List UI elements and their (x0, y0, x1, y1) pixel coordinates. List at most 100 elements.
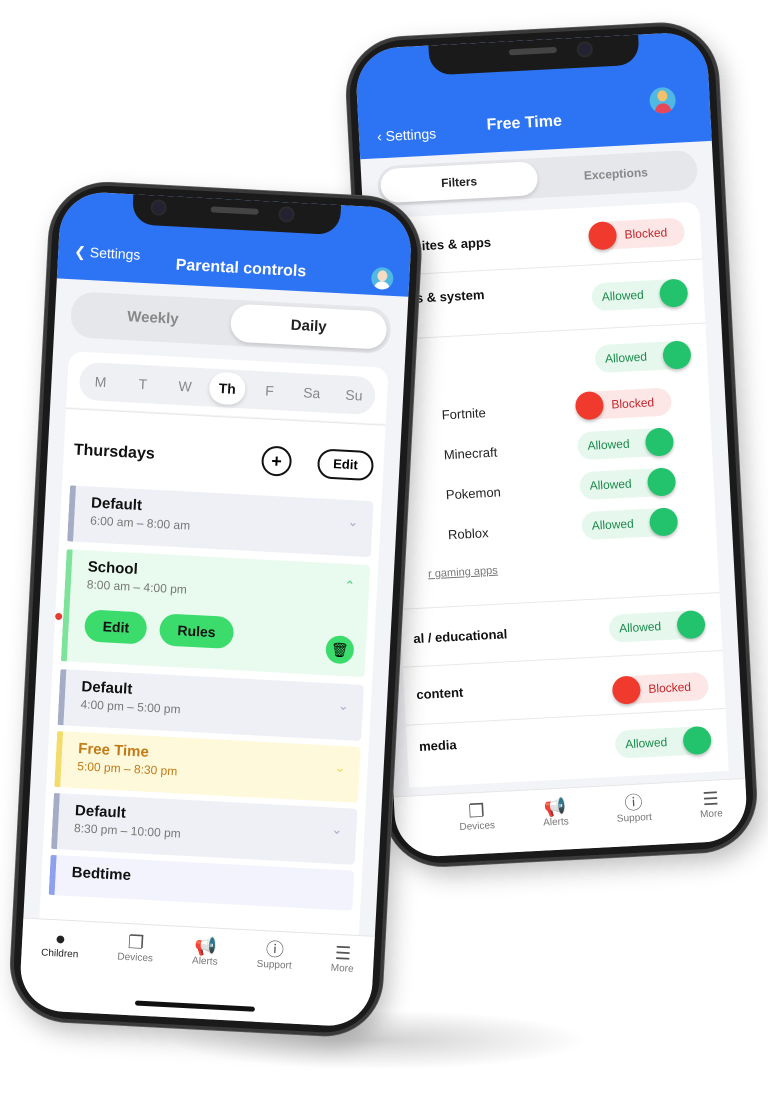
app-label-fortnite: Fortnite (441, 405, 487, 423)
tab-more[interactable]: ☰ More (328, 935, 356, 1027)
app-label-roblox: Roblox (447, 525, 489, 543)
tab-label: Alerts (542, 816, 570, 829)
tab-label: Devices (117, 951, 154, 965)
toggle-state: Blocked (648, 679, 692, 696)
tab-filters[interactable]: Filters (379, 161, 539, 204)
filter-toggle[interactable]: Allowed (614, 725, 712, 759)
toggle-state: Allowed (624, 735, 668, 752)
other-gaming-apps-link[interactable]: r gaming apps (428, 565, 498, 581)
day-selector: M T W Th F Sa Su (78, 361, 377, 416)
filter-toggle[interactable]: Blocked (611, 671, 710, 705)
camera (152, 201, 166, 214)
avatar-body (654, 102, 672, 114)
back-button[interactable]: ‹ Settings (377, 125, 437, 144)
devices-icon: ❐ (467, 800, 486, 822)
tab-bar: ❐ Devices 📢 Alerts ⓘ Support ☰ More (393, 778, 749, 859)
add-block-button[interactable]: + (260, 445, 293, 477)
devices-icon: ❐ (127, 932, 145, 953)
app-label-minecraft: Minecraft (443, 444, 498, 463)
chevron-down-icon: ⌄ (337, 697, 350, 714)
schedule-block[interactable]: Default 6:00 am – 8:00 am ⌄ (67, 485, 374, 558)
left-phone: ❮ Settings Parental controls Weekly Dail… (8, 180, 424, 1039)
delete-block-button[interactable]: 🗑 (325, 634, 355, 665)
children-icon: ● (54, 928, 67, 949)
avatar-face (377, 270, 388, 282)
right-phone-screen: ‹ Settings Free Time Filters Exceptions … (354, 31, 749, 859)
schedule-block[interactable]: Default 8:30 pm – 10:00 pm ⌄ (50, 792, 358, 865)
gaming-group: Allowed Fortnite Blocked Minecraft Allow… (385, 323, 720, 610)
avatar-body (373, 280, 391, 290)
toggle-state: Allowed (618, 619, 662, 636)
tab-label: Support (616, 811, 653, 825)
help-circle-icon: ⓘ (624, 792, 644, 814)
toggle-roblox[interactable]: Allowed (581, 507, 679, 541)
megaphone-icon: 📢 (543, 796, 567, 818)
menu-icon: ☰ (334, 942, 352, 964)
toggle-knob (648, 507, 679, 537)
toggle-fortnite[interactable]: Blocked (574, 387, 673, 421)
left-phone-screen: ❮ Settings Parental controls Weekly Dail… (18, 190, 413, 1028)
day-fri[interactable]: F (251, 374, 289, 408)
tab-more[interactable]: ☰ More (698, 780, 724, 842)
tab-alerts[interactable]: 📢 Alerts (541, 788, 570, 850)
day-sat[interactable]: Sa (293, 376, 331, 410)
edit-schedule-button[interactable]: Edit (316, 448, 375, 482)
tab-label: Devices (459, 820, 496, 834)
plus-icon: + (270, 450, 283, 472)
block-name: Bedtime (71, 863, 132, 885)
day-sun[interactable]: Su (335, 378, 373, 412)
filter-label: al / educational (413, 626, 508, 647)
back-label: Settings (385, 125, 437, 144)
schedule-block[interactable]: Bedtime (48, 854, 355, 911)
camera (578, 43, 592, 56)
schedule-header: Thursdays + Edit (73, 436, 375, 484)
tab-label: Alerts (191, 955, 218, 968)
tab-label: More (699, 808, 724, 821)
toggle-knob (574, 390, 605, 421)
toggle-minecraft[interactable]: Allowed (576, 427, 675, 461)
page-title: Parental controls (175, 256, 307, 281)
megaphone-icon: 📢 (193, 935, 218, 957)
toggle-knob (611, 675, 642, 705)
tab-bar: ● Children ❐ Devices 📢 Alerts ⓘ Support ☰ Mor… (18, 917, 375, 1028)
tab-support[interactable]: ⓘ Support (615, 784, 653, 847)
rules-button[interactable]: Rules (158, 613, 235, 650)
toggle-knob (682, 725, 712, 756)
block-actions: Edit Rules (83, 609, 367, 656)
child-avatar-icon[interactable] (370, 266, 394, 290)
chevron-up-icon: ⌃ (343, 577, 356, 594)
chevron-down-icon: ⌄ (331, 821, 343, 838)
day-mon[interactable]: M (82, 365, 120, 399)
toggle-knob (646, 467, 677, 497)
toggle-state: Allowed (601, 287, 645, 304)
tab-devices[interactable]: ❐ Devices (458, 792, 497, 855)
schedule-block-expanded[interactable]: School 8:00 am – 4:00 pm ⌃ Edit Rules 🗑 (54, 549, 371, 678)
tab-support[interactable]: ⓘ Support (254, 931, 294, 1024)
edit-block-button[interactable]: Edit (83, 609, 148, 645)
filter-toggle[interactable]: Allowed (594, 340, 692, 374)
tab-children[interactable]: ● Children (38, 920, 80, 1013)
schedule-block[interactable]: Free Time 5:00 pm – 8:30 pm ⌄ (54, 731, 361, 803)
app-label-pokemon: Pokemon (445, 484, 502, 503)
back-button[interactable]: ❮ Settings (74, 243, 141, 263)
toggle-pokemon[interactable]: Allowed (578, 467, 677, 501)
child-avatar-icon[interactable] (648, 86, 677, 115)
filter-toggle[interactable]: Allowed (608, 609, 706, 643)
speaker (210, 206, 259, 215)
toggle-state: Allowed (604, 349, 648, 366)
filter-toggle[interactable]: Allowed (591, 278, 689, 312)
tab-exceptions[interactable]: Exceptions (537, 153, 696, 195)
camera (280, 208, 293, 221)
current-time-indicator (54, 612, 63, 621)
toggle-daily[interactable]: Daily (229, 303, 388, 350)
filter-toggle[interactable]: Blocked (587, 217, 686, 251)
schedule-block[interactable]: Default 4:00 pm – 5:00 pm ⌄ (57, 669, 364, 741)
chevron-down-icon: ⌄ (334, 759, 347, 776)
day-thu[interactable]: Th (208, 371, 247, 406)
toggle-knob (676, 609, 706, 640)
day-wed[interactable]: W (166, 369, 204, 403)
weekly-daily-toggle: Weekly Daily (69, 291, 392, 354)
toggle-weekly[interactable]: Weekly (74, 295, 232, 341)
filter-label: media (418, 737, 457, 755)
day-tue[interactable]: T (124, 367, 162, 401)
